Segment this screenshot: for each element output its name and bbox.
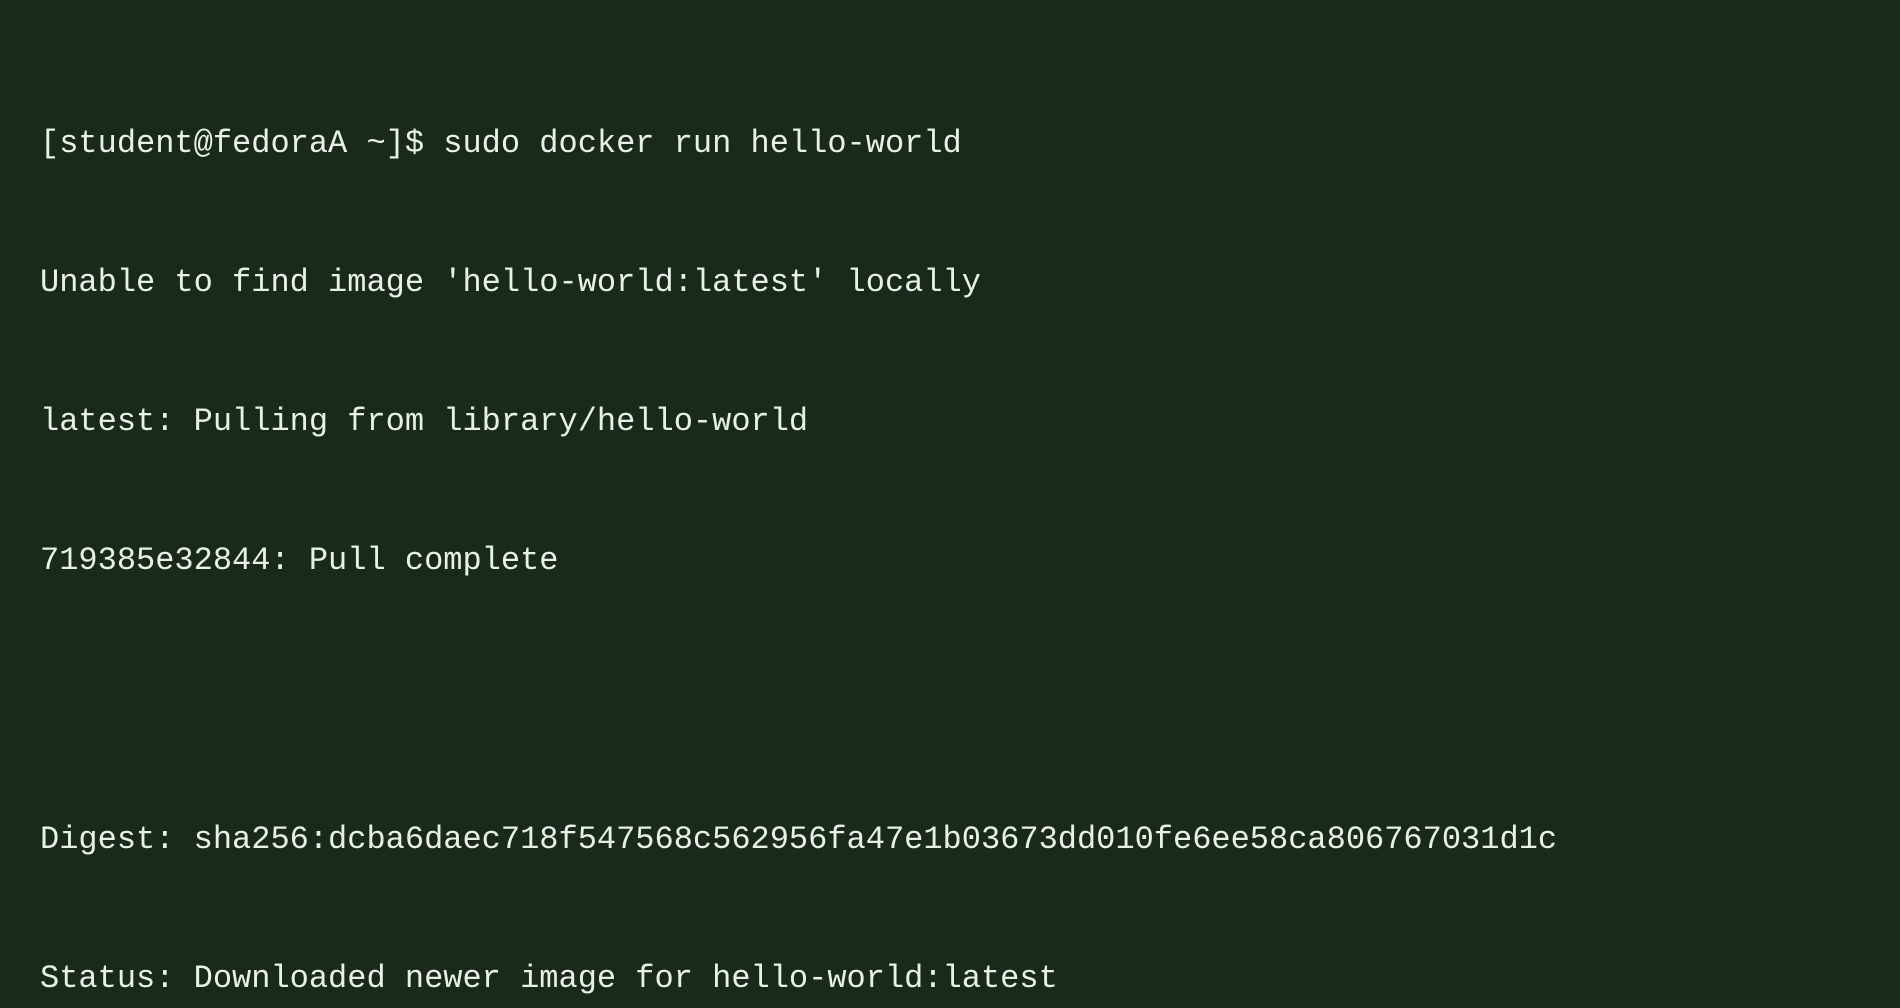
terminal-empty-line-1: [40, 677, 1860, 723]
terminal-line-4: 719385e32844: Pull complete: [40, 538, 1860, 584]
terminal-output: [student@fedoraA ~]$ sudo docker run hel…: [0, 0, 1900, 504]
terminal-line-1: [student@fedoraA ~]$ sudo docker run hel…: [40, 121, 1860, 167]
terminal-line-6: Status: Downloaded newer image for hello…: [40, 956, 1860, 1002]
terminal-line-2: Unable to find image 'hello-world:latest…: [40, 260, 1860, 306]
terminal-line-5: Digest: sha256:dcba6daec718f547568c56295…: [40, 817, 1860, 863]
terminal-line-3: latest: Pulling from library/hello-world: [40, 399, 1860, 445]
